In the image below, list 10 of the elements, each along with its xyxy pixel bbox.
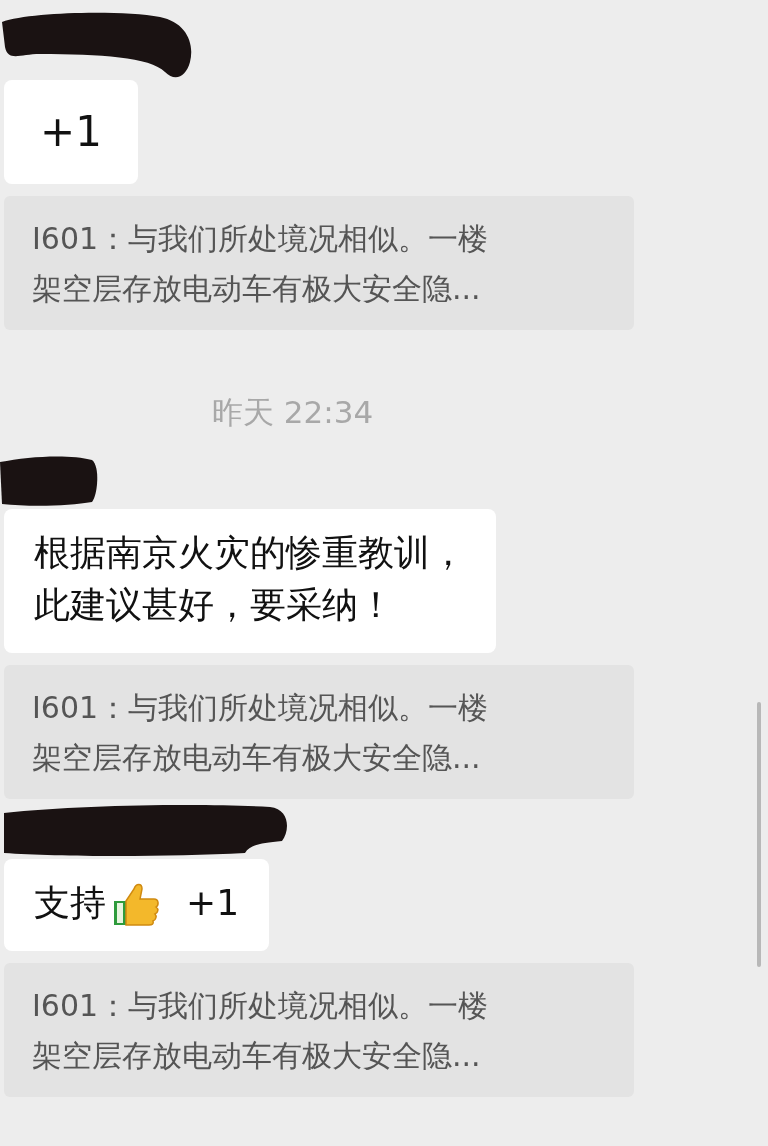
scrollbar-thumb[interactable] xyxy=(757,702,761,967)
message-text: 此建议甚好，要采纳！ xyxy=(34,583,394,627)
message-text: 根据南京火灾的惨重教训， xyxy=(34,531,466,575)
quoted-message[interactable]: I601：与我们所处境况相似。一楼 架空层存放电动车有极大安全隐... xyxy=(4,665,634,799)
message-text: 支持 xyxy=(34,881,106,925)
message-text: +1 xyxy=(186,881,240,925)
timestamp: 昨天 22:34 xyxy=(212,394,374,430)
quoted-message[interactable]: I601：与我们所处境况相似。一楼 架空层存放电动车有极大安全隐... xyxy=(4,196,634,330)
message-text: +1 xyxy=(40,106,102,158)
quoted-message[interactable]: I601：与我们所处境况相似。一楼 架空层存放电动车有极大安全隐... xyxy=(4,963,634,1097)
